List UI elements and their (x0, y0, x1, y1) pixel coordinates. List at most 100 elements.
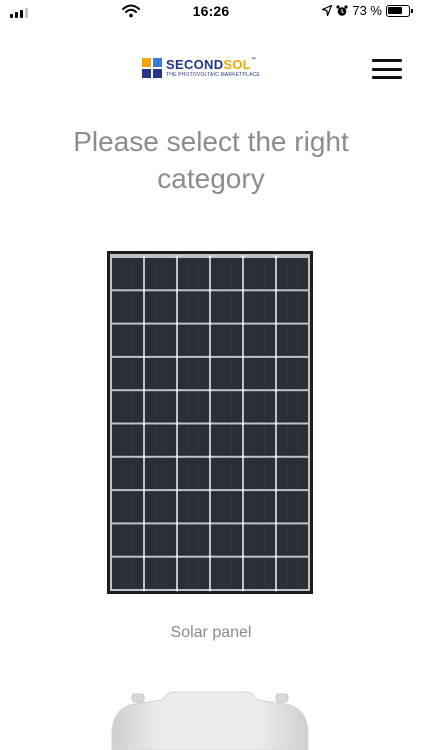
panel-cell-corner (175, 588, 179, 592)
status-bar: 16:26 73 % (0, 0, 422, 26)
panel-cell (112, 258, 143, 290)
panel-cell (277, 524, 308, 556)
panel-cell (145, 258, 176, 290)
panel-cell-corner (208, 255, 212, 259)
battery-percentage: 73 % (352, 3, 382, 18)
location-arrow-icon (322, 5, 333, 16)
panel-cell (277, 557, 308, 589)
panel-cell-corner (241, 555, 245, 559)
panel-cell (244, 524, 275, 556)
panel-cell-corner (142, 588, 146, 592)
panel-cell-corner (241, 488, 245, 492)
panel-cell-corner (208, 422, 212, 425)
secondsol-logo[interactable]: SECONDSOL™ THE PHOTOVOLTAIC MARKETPLACE (142, 58, 260, 78)
panel-cell (178, 258, 209, 290)
panel-cell-corner (142, 388, 146, 392)
page-title: Please select the right category (73, 126, 349, 194)
panel-cell-corner (274, 488, 278, 492)
panel-cell (145, 324, 176, 356)
panel-cell (211, 424, 242, 456)
panel-cell (211, 391, 242, 423)
panel-cell-corner (274, 422, 278, 425)
panel-cell-corner (208, 488, 212, 492)
logo-square-orange (142, 58, 152, 68)
panel-cell (112, 524, 143, 556)
panel-cell-corner (175, 288, 179, 292)
menu-bar-middle (372, 67, 402, 71)
panel-cell-corner (142, 322, 146, 325)
panel-cell-corner (175, 522, 179, 525)
panel-cell-corner (142, 355, 146, 359)
panel-cell-corner (208, 288, 212, 292)
alarm-icon (336, 4, 348, 16)
panel-cell (178, 457, 209, 490)
panel-cell-corner (241, 588, 245, 592)
panel-cell-corner (274, 588, 278, 592)
logo-name-sol: SOL (223, 57, 252, 72)
panel-cell-corner (274, 455, 278, 459)
panel-cell-corner (142, 455, 146, 459)
panel-cell-corner (241, 522, 245, 525)
panel-cell (145, 357, 176, 390)
panel-cell-corner (241, 455, 245, 459)
panel-cell (178, 557, 209, 589)
panel-cell (178, 424, 209, 456)
panel-cell (211, 457, 242, 490)
logo-square-navy (142, 68, 152, 78)
category-card-solar-panel[interactable]: Solar panel (100, 244, 322, 659)
panel-cell (211, 291, 242, 323)
panel-cell (145, 291, 176, 323)
panel-cell-corner (274, 255, 278, 259)
hamburger-menu-icon[interactable] (372, 56, 402, 82)
panel-cell (178, 391, 209, 423)
panel-cell-corner (175, 255, 179, 259)
panel-cell-corner (142, 555, 146, 559)
panel-cell (145, 424, 176, 456)
panel-cell (145, 391, 176, 423)
panel-cell (244, 324, 275, 356)
panel-cell (277, 491, 308, 523)
panel-cell (211, 258, 242, 290)
logo-text: SECONDSOL™ THE PHOTOVOLTAIC MARKETPLACE (166, 58, 260, 78)
logo-square-blue (152, 58, 162, 68)
solar-panel-image (107, 251, 313, 594)
panel-cell-corner (175, 422, 179, 425)
status-right-group: 73 % (322, 3, 413, 18)
logo-name-second: SECOND (166, 57, 224, 72)
panel-cell-corner (241, 288, 245, 292)
panel-cell-corner (175, 322, 179, 325)
battery-tip (411, 8, 413, 13)
panel-cell-corner (241, 388, 245, 392)
panel-cell (211, 557, 242, 589)
category-label: Solar panel (170, 624, 252, 641)
panel-cell (112, 491, 143, 523)
panel-cell (277, 357, 308, 390)
panel-cell (145, 524, 176, 556)
panel-cell (145, 491, 176, 523)
menu-bar-top (372, 59, 402, 62)
panel-cell (277, 391, 308, 423)
category-card-inverter-partial[interactable] (0, 690, 422, 750)
panel-cell (277, 258, 308, 290)
panel-cell-corner (208, 355, 212, 359)
panel-cell (112, 324, 143, 356)
panel-cell-corner (241, 255, 245, 259)
panel-cell-corner (274, 322, 278, 325)
logo-tagline: THE PHOTOVOLTAIC MARKETPLACE (166, 72, 260, 78)
panel-cell-corner (208, 588, 212, 592)
panel-cell-corner (142, 288, 146, 292)
panel-cell (145, 557, 176, 589)
panel-cell (178, 291, 209, 323)
logo-square-navy-2 (152, 68, 162, 78)
panel-cell (112, 424, 143, 456)
panel-cell (277, 424, 308, 456)
panel-cell-corner (208, 455, 212, 459)
panel-cell-corner (241, 355, 245, 359)
panel-cell-corner (241, 322, 245, 325)
panel-cell (211, 524, 242, 556)
panel-cell (277, 291, 308, 323)
panel-cell (244, 391, 275, 423)
panel-cell (112, 557, 143, 589)
panel-cell-corner (175, 388, 179, 392)
screen: 16:26 73 % SECONDSOL™ THE PHOTOVOLTAIC M… (0, 0, 422, 750)
